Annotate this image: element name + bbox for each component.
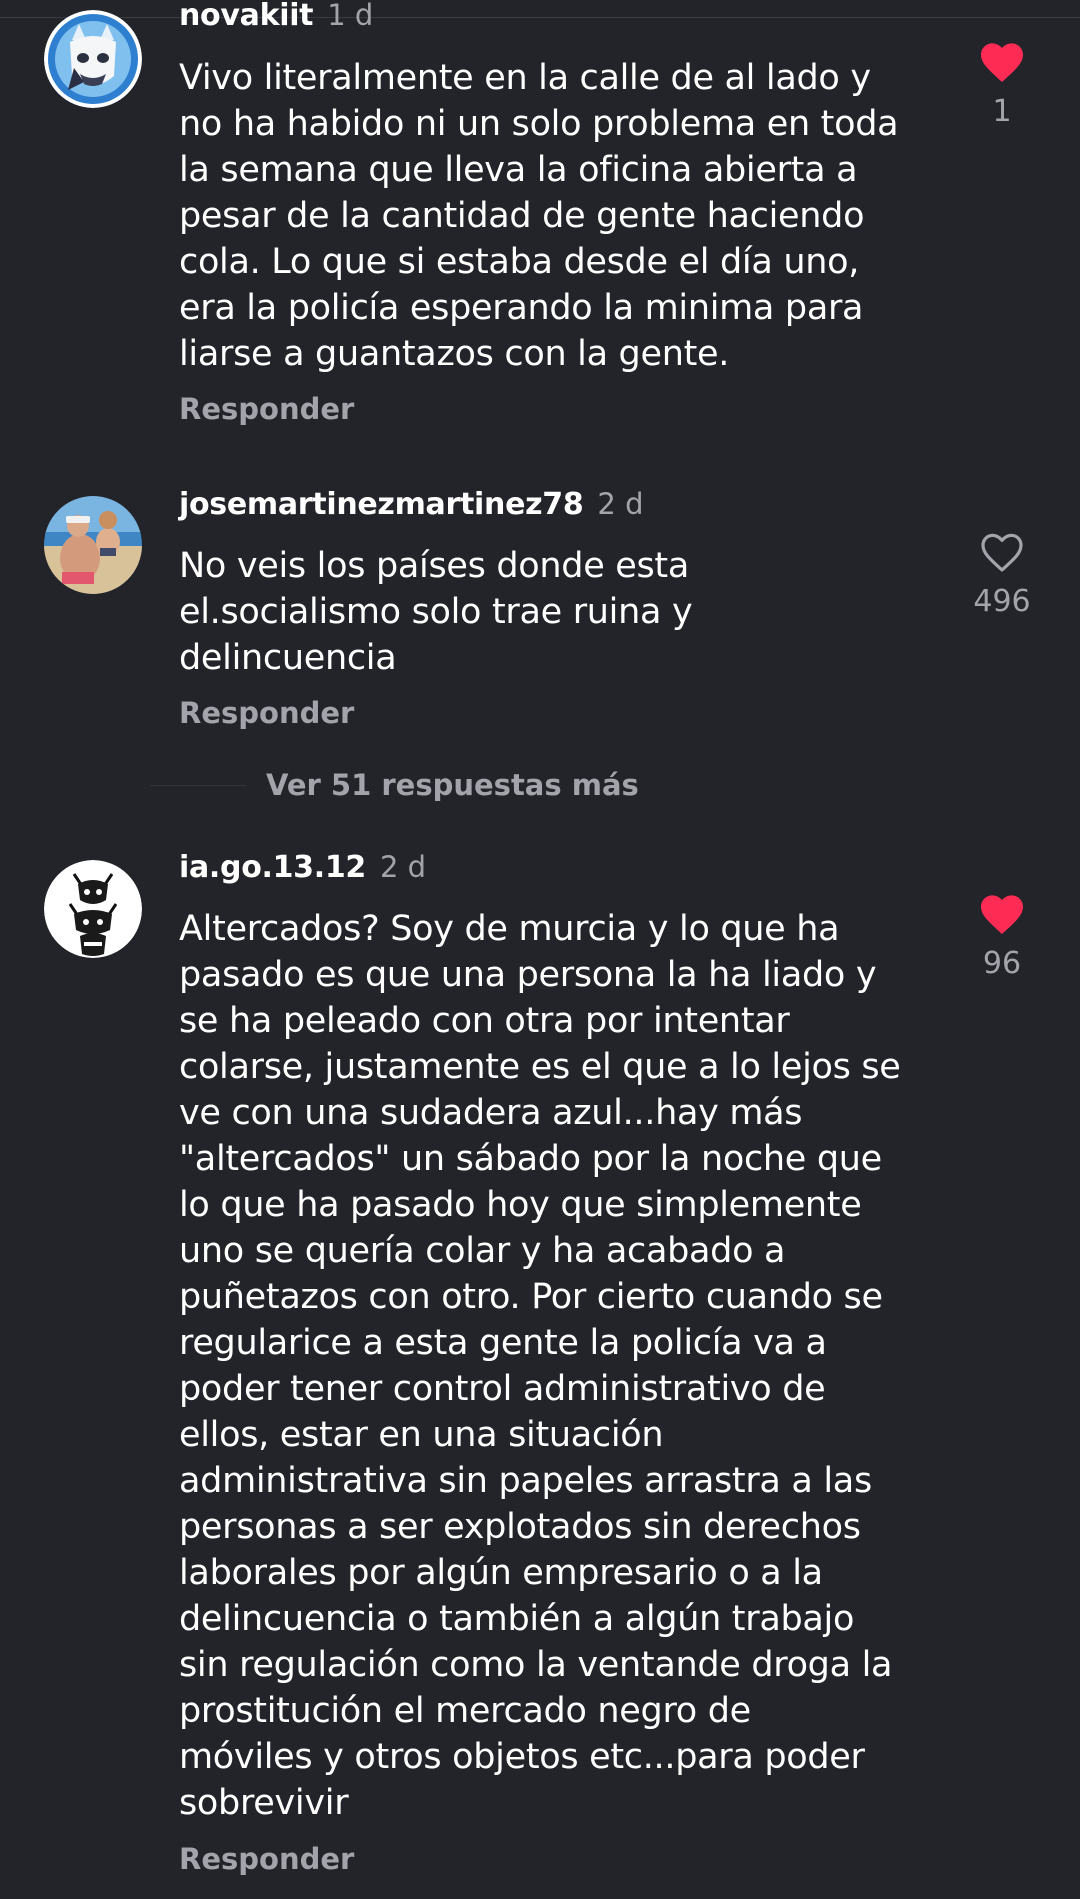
reply-button[interactable]: Responder xyxy=(179,392,354,426)
username[interactable]: novakiit xyxy=(179,0,314,33)
comment-header: ia.go.13.12 2 d xyxy=(179,850,426,885)
like-button[interactable]: 1 xyxy=(962,40,1042,129)
comment-header: novakiit 1 d xyxy=(179,0,373,33)
view-more-divider xyxy=(150,784,246,786)
view-more-replies-label: Ver 51 respuestas más xyxy=(266,768,639,802)
comment-header: josemartinezmartinez78 2 d xyxy=(179,487,644,522)
like-count: 96 xyxy=(982,946,1022,981)
avatar[interactable] xyxy=(44,10,142,108)
avatar-image xyxy=(44,496,142,594)
view-more-replies-button[interactable]: Ver 51 respuestas más xyxy=(150,768,639,802)
like-button[interactable]: 496 xyxy=(962,530,1042,619)
avatar-image xyxy=(44,860,142,958)
comment-text: Altercados? Soy de murcia y lo que ha pa… xyxy=(179,909,901,1823)
comment-text: No veis los países donde esta el.sociali… xyxy=(179,546,693,678)
reply-button[interactable]: Responder xyxy=(179,1842,354,1876)
comment-time: 2 d xyxy=(597,487,644,521)
like-count: 1 xyxy=(992,94,1012,129)
avatar-image xyxy=(44,10,142,108)
like-button[interactable]: 96 xyxy=(962,892,1042,981)
comment-text: Vivo literalmente en la calle de al lado… xyxy=(179,58,899,374)
heart-filled-icon xyxy=(981,43,1023,82)
heart-filled-icon xyxy=(981,895,1023,934)
avatar[interactable] xyxy=(44,860,142,958)
avatar[interactable] xyxy=(44,496,142,594)
comment-time: 2 d xyxy=(380,850,427,884)
heart-outline-icon xyxy=(981,533,1023,572)
username[interactable]: josemartinezmartinez78 xyxy=(179,487,584,522)
top-divider xyxy=(0,17,1080,18)
username[interactable]: ia.go.13.12 xyxy=(179,850,366,885)
comment-time: 1 d xyxy=(327,0,374,32)
reply-button[interactable]: Responder xyxy=(179,696,354,730)
like-count: 496 xyxy=(973,584,1031,619)
